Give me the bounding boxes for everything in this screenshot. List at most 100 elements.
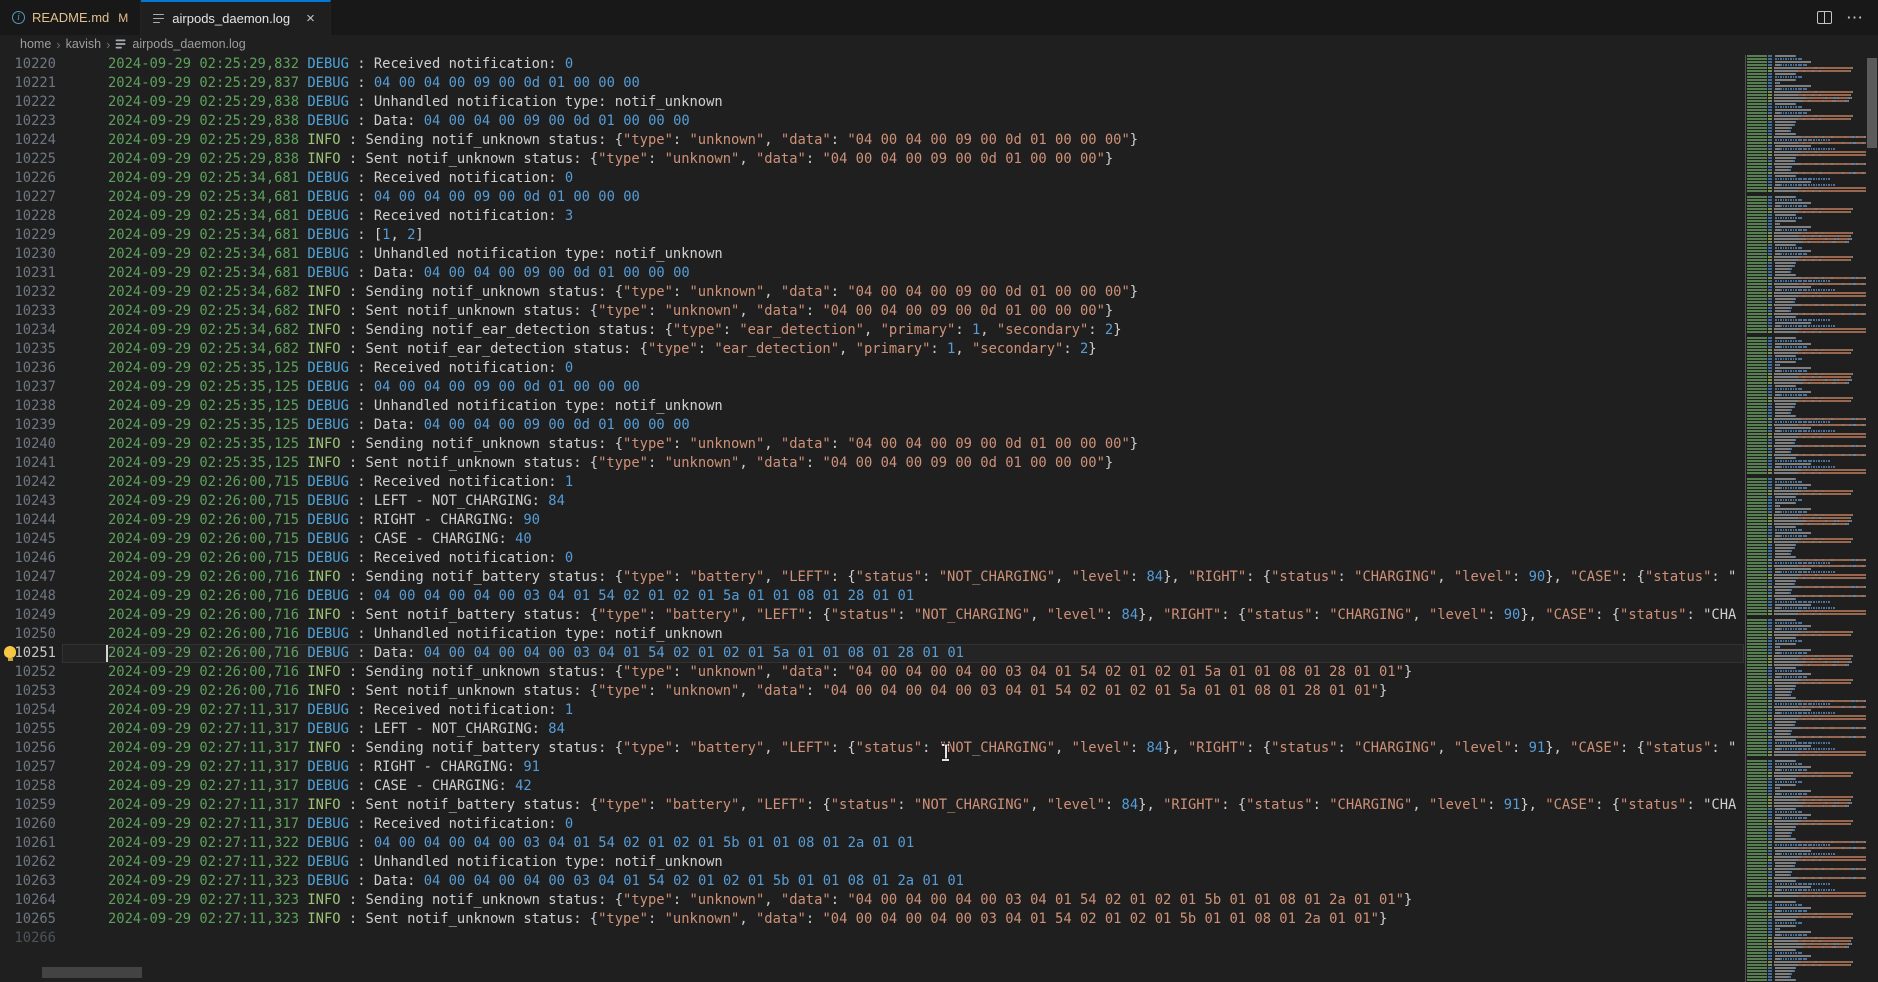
log-line[interactable]: 102442024-09-29 02:26:00,715 DEBUG : RIG…	[0, 511, 1745, 530]
line-number[interactable]: 10261	[0, 834, 56, 853]
log-line-text[interactable]: 2024-09-29 02:25:35,125 DEBUG : 04 00 04…	[56, 378, 640, 397]
line-number[interactable]: 10222	[0, 93, 56, 112]
minimap[interactable]	[1747, 55, 1866, 982]
log-line-text[interactable]: 2024-09-29 02:26:00,716 DEBUG : Unhandle…	[56, 625, 723, 644]
line-number[interactable]: 10252	[0, 663, 56, 682]
log-line[interactable]: 102472024-09-29 02:26:00,716 INFO : Send…	[0, 568, 1745, 587]
line-number[interactable]: 10226	[0, 169, 56, 188]
line-number[interactable]: 10263	[0, 872, 56, 891]
log-line-text[interactable]: 2024-09-29 02:25:34,682 INFO : Sent noti…	[56, 340, 1097, 359]
tab-readme[interactable]: i README.md M	[0, 0, 141, 35]
vertical-scrollbar-thumb[interactable]	[1867, 58, 1877, 148]
log-line-text[interactable]: 2024-09-29 02:25:34,681 DEBUG : Received…	[56, 169, 573, 188]
log-line-text[interactable]	[56, 929, 108, 948]
log-line-text[interactable]: 2024-09-29 02:25:29,838 DEBUG : Data: 04…	[56, 112, 690, 131]
log-line[interactable]: 102512024-09-29 02:26:00,716 DEBUG : Dat…	[0, 644, 1745, 663]
log-line-text[interactable]: 2024-09-29 02:25:34,682 INFO : Sending n…	[56, 283, 1138, 302]
log-line[interactable]: 102322024-09-29 02:25:34,682 INFO : Send…	[0, 283, 1745, 302]
line-number[interactable]: 10243	[0, 492, 56, 511]
log-line[interactable]: 102422024-09-29 02:26:00,715 DEBUG : Rec…	[0, 473, 1745, 492]
log-line[interactable]: 102382024-09-29 02:25:35,125 DEBUG : Unh…	[0, 397, 1745, 416]
horizontal-scrollbar-thumb[interactable]	[42, 967, 142, 978]
log-line-text[interactable]: 2024-09-29 02:25:34,681 DEBUG : Data: 04…	[56, 264, 690, 283]
log-line-text[interactable]: 2024-09-29 02:27:11,317 INFO : Sending n…	[56, 739, 1736, 758]
line-number[interactable]: 10249	[0, 606, 56, 625]
line-number[interactable]: 10239	[0, 416, 56, 435]
log-line[interactable]: 102542024-09-29 02:27:11,317 DEBUG : Rec…	[0, 701, 1745, 720]
line-number[interactable]: 10230	[0, 245, 56, 264]
log-line[interactable]: 102342024-09-29 02:25:34,682 INFO : Send…	[0, 321, 1745, 340]
log-line[interactable]: 102352024-09-29 02:25:34,682 INFO : Sent…	[0, 340, 1745, 359]
line-number[interactable]: 10242	[0, 473, 56, 492]
log-line-text[interactable]: 2024-09-29 02:25:35,125 DEBUG : Unhandle…	[56, 397, 723, 416]
log-line-text[interactable]: 2024-09-29 02:25:29,832 DEBUG : Received…	[56, 55, 573, 74]
log-line-text[interactable]: 2024-09-29 02:27:11,317 DEBUG : CASE - C…	[56, 777, 532, 796]
log-line-text[interactable]: 2024-09-29 02:27:11,317 DEBUG : Received…	[56, 815, 573, 834]
log-line-text[interactable]: 2024-09-29 02:27:11,317 DEBUG : RIGHT - …	[56, 758, 540, 777]
log-line-text[interactable]: 2024-09-29 02:27:11,317 INFO : Sent noti…	[56, 796, 1736, 815]
log-line[interactable]: 102292024-09-29 02:25:34,681 DEBUG : [1,…	[0, 226, 1745, 245]
line-number[interactable]: 10237	[0, 378, 56, 397]
line-number[interactable]: 10233	[0, 302, 56, 321]
log-line-text[interactable]: 2024-09-29 02:25:35,125 DEBUG : Received…	[56, 359, 573, 378]
line-number[interactable]: 10244	[0, 511, 56, 530]
log-line[interactable]: 102332024-09-29 02:25:34,682 INFO : Sent…	[0, 302, 1745, 321]
line-number[interactable]: 10224	[0, 131, 56, 150]
log-line-text[interactable]: 2024-09-29 02:25:34,681 DEBUG : [1, 2]	[56, 226, 424, 245]
log-line[interactable]: 102612024-09-29 02:27:11,322 DEBUG : 04 …	[0, 834, 1745, 853]
log-line-text[interactable]: 2024-09-29 02:26:00,715 DEBUG : CASE - C…	[56, 530, 532, 549]
line-number[interactable]: 10220	[0, 55, 56, 74]
log-line[interactable]: 102282024-09-29 02:25:34,681 DEBUG : Rec…	[0, 207, 1745, 226]
log-line[interactable]: 102252024-09-29 02:25:29,838 INFO : Sent…	[0, 150, 1745, 169]
log-line-text[interactable]: 2024-09-29 02:25:35,125 INFO : Sending n…	[56, 435, 1138, 454]
log-line-text[interactable]: 2024-09-29 02:26:00,715 DEBUG : Received…	[56, 549, 573, 568]
line-number[interactable]: 10253	[0, 682, 56, 701]
log-line[interactable]: 102222024-09-29 02:25:29,838 DEBUG : Unh…	[0, 93, 1745, 112]
log-line[interactable]: 102432024-09-29 02:26:00,715 DEBUG : LEF…	[0, 492, 1745, 511]
line-number[interactable]: 10247	[0, 568, 56, 587]
horizontal-scrollbar[interactable]	[0, 964, 1745, 978]
log-line-text[interactable]: 2024-09-29 02:25:29,838 DEBUG : Unhandle…	[56, 93, 723, 112]
log-line-text[interactable]: 2024-09-29 02:25:34,682 INFO : Sent noti…	[56, 302, 1113, 321]
log-line-text[interactable]: 2024-09-29 02:25:29,838 INFO : Sending n…	[56, 131, 1138, 150]
line-number[interactable]: 10227	[0, 188, 56, 207]
line-number[interactable]: 10256	[0, 739, 56, 758]
log-line[interactable]: 102262024-09-29 02:25:34,681 DEBUG : Rec…	[0, 169, 1745, 188]
line-number[interactable]: 10241	[0, 454, 56, 473]
line-number[interactable]: 10259	[0, 796, 56, 815]
tab-airpods-daemon-log[interactable]: airpods_daemon.log ×	[141, 0, 331, 35]
line-number[interactable]: 10262	[0, 853, 56, 872]
log-line[interactable]: 102272024-09-29 02:25:34,681 DEBUG : 04 …	[0, 188, 1745, 207]
line-number[interactable]: 10250	[0, 625, 56, 644]
line-number[interactable]: 10260	[0, 815, 56, 834]
log-line[interactable]: 102302024-09-29 02:25:34,681 DEBUG : Unh…	[0, 245, 1745, 264]
line-number[interactable]: 10232	[0, 283, 56, 302]
log-line-text[interactable]: 2024-09-29 02:27:11,323 DEBUG : Data: 04…	[56, 872, 964, 891]
breadcrumb-filename[interactable]: airpods_daemon.log	[132, 37, 245, 51]
line-number[interactable]: 10223	[0, 112, 56, 131]
log-line[interactable]: 102362024-09-29 02:25:35,125 DEBUG : Rec…	[0, 359, 1745, 378]
line-number[interactable]: 10234	[0, 321, 56, 340]
log-line-text[interactable]: 2024-09-29 02:26:00,716 INFO : Sent noti…	[56, 682, 1387, 701]
line-number[interactable]: 10221	[0, 74, 56, 93]
log-line[interactable]: 102402024-09-29 02:25:35,125 INFO : Send…	[0, 435, 1745, 454]
breadcrumb-home[interactable]: home	[20, 37, 51, 51]
log-line[interactable]: 102202024-09-29 02:25:29,832 DEBUG : Rec…	[0, 55, 1745, 74]
log-line-text[interactable]: 2024-09-29 02:26:00,715 DEBUG : Received…	[56, 473, 573, 492]
log-line[interactable]: 102582024-09-29 02:27:11,317 DEBUG : CAS…	[0, 777, 1745, 796]
line-number[interactable]: 10258	[0, 777, 56, 796]
log-line-text[interactable]: 2024-09-29 02:25:29,838 INFO : Sent noti…	[56, 150, 1113, 169]
log-line-text[interactable]: 2024-09-29 02:27:11,322 DEBUG : Unhandle…	[56, 853, 723, 872]
log-line[interactable]: 102592024-09-29 02:27:11,317 INFO : Sent…	[0, 796, 1745, 815]
log-line-text[interactable]: 2024-09-29 02:26:00,715 DEBUG : RIGHT - …	[56, 511, 540, 530]
line-number[interactable]: 10246	[0, 549, 56, 568]
log-line-text[interactable]: 2024-09-29 02:25:29,837 DEBUG : 04 00 04…	[56, 74, 640, 93]
log-line-text[interactable]: 2024-09-29 02:27:11,323 INFO : Sent noti…	[56, 910, 1387, 929]
log-line[interactable]: 102562024-09-29 02:27:11,317 INFO : Send…	[0, 739, 1745, 758]
log-line[interactable]: 102652024-09-29 02:27:11,323 INFO : Sent…	[0, 910, 1745, 929]
log-line[interactable]: 102642024-09-29 02:27:11,323 INFO : Send…	[0, 891, 1745, 910]
close-icon[interactable]: ×	[303, 10, 318, 27]
log-line[interactable]: 102492024-09-29 02:26:00,716 INFO : Sent…	[0, 606, 1745, 625]
log-line-text[interactable]: 2024-09-29 02:26:00,716 DEBUG : 04 00 04…	[56, 587, 914, 606]
log-line-text[interactable]: 2024-09-29 02:25:35,125 DEBUG : Data: 04…	[56, 416, 690, 435]
